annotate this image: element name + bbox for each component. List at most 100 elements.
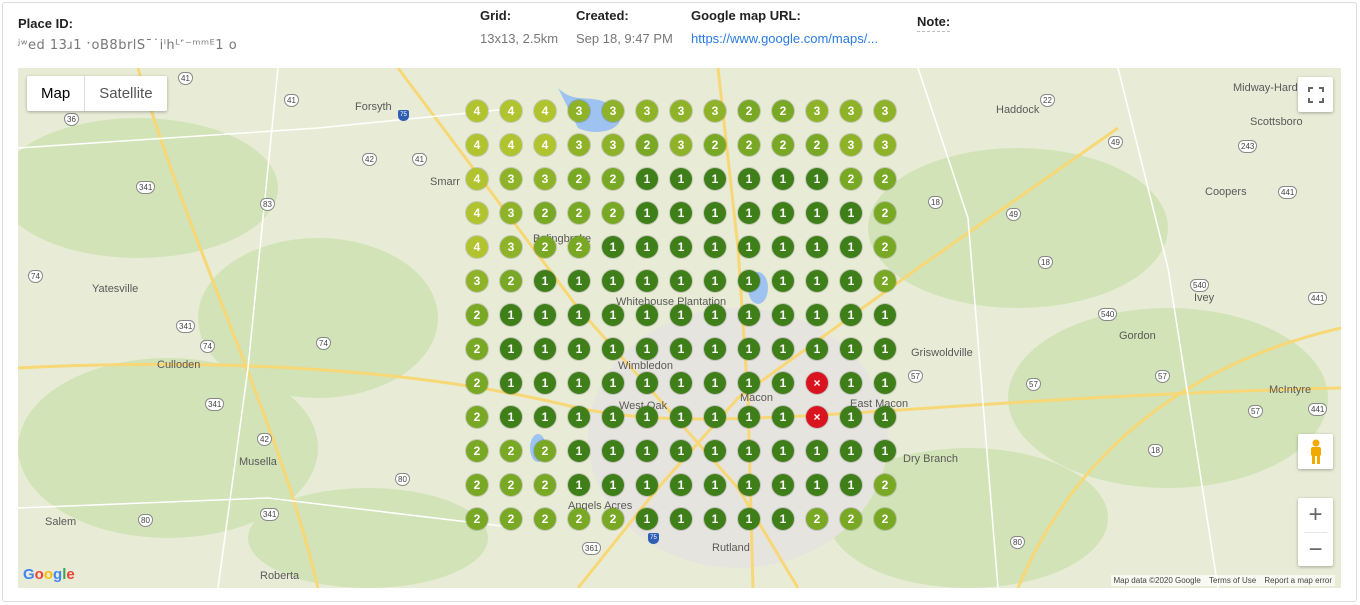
rank-pin[interactable]: 2 (772, 100, 794, 122)
rank-pin[interactable]: 2 (840, 508, 862, 530)
rank-pin[interactable]: 1 (874, 372, 896, 394)
rank-pin[interactable]: 1 (772, 202, 794, 224)
rank-pin[interactable]: 2 (840, 168, 862, 190)
rank-pin[interactable]: 1 (704, 270, 726, 292)
rank-pin[interactable]: 1 (534, 338, 556, 360)
rank-pin[interactable]: 4 (466, 168, 488, 190)
rank-pin[interactable]: 1 (704, 202, 726, 224)
rank-pin[interactable]: 1 (602, 338, 624, 360)
rank-pin[interactable]: 1 (738, 440, 760, 462)
rank-pin[interactable]: 2 (466, 508, 488, 530)
rank-pin[interactable]: 3 (670, 134, 692, 156)
rank-pin[interactable]: 3 (466, 270, 488, 292)
rank-pin[interactable]: 3 (500, 202, 522, 224)
rank-pin[interactable]: 1 (806, 168, 828, 190)
rank-pin[interactable]: 3 (874, 100, 896, 122)
terms-link[interactable]: Terms of Use (1209, 576, 1256, 585)
rank-pin[interactable]: 2 (568, 236, 590, 258)
rank-pin[interactable]: 4 (534, 100, 556, 122)
report-error-link[interactable]: Report a map error (1264, 576, 1332, 585)
rank-pin[interactable]: 2 (602, 202, 624, 224)
rank-pin[interactable]: 2 (772, 134, 794, 156)
rank-pin[interactable]: 2 (466, 372, 488, 394)
rank-pin[interactable]: 4 (466, 134, 488, 156)
rank-pin[interactable]: 1 (704, 338, 726, 360)
rank-pin[interactable]: 1 (840, 440, 862, 462)
rank-pin[interactable]: 1 (568, 270, 590, 292)
rank-pin[interactable]: 1 (602, 474, 624, 496)
rank-pin[interactable]: 1 (772, 474, 794, 496)
rank-pin[interactable]: 3 (602, 134, 624, 156)
note-label[interactable]: Note: (917, 14, 951, 32)
rank-pin[interactable]: 1 (534, 304, 556, 326)
rank-pin[interactable]: 1 (704, 236, 726, 258)
rank-pin[interactable]: 1 (670, 168, 692, 190)
rank-pin[interactable]: 1 (500, 406, 522, 428)
rank-pin[interactable]: 3 (840, 134, 862, 156)
rank-pin[interactable]: 1 (840, 270, 862, 292)
rank-pin[interactable]: 1 (772, 338, 794, 360)
rank-pin[interactable]: 1 (568, 406, 590, 428)
rank-pin[interactable]: 1 (806, 202, 828, 224)
rank-pin[interactable]: 2 (466, 474, 488, 496)
rank-pin[interactable]: 1 (738, 406, 760, 428)
rank-pin[interactable]: 1 (704, 440, 726, 462)
rank-pin[interactable]: 1 (738, 168, 760, 190)
rank-pin-not-found[interactable]: × (806, 406, 828, 428)
rank-pin[interactable]: 1 (670, 338, 692, 360)
rank-pin[interactable]: 2 (500, 440, 522, 462)
rank-pin[interactable]: 1 (874, 304, 896, 326)
rank-pin[interactable]: 1 (636, 508, 658, 530)
rank-pin[interactable]: 2 (534, 474, 556, 496)
rank-pin[interactable]: 1 (670, 406, 692, 428)
rank-pin[interactable]: 1 (840, 202, 862, 224)
rank-pin[interactable]: 1 (636, 372, 658, 394)
rank-pin[interactable]: 3 (636, 100, 658, 122)
rank-pin[interactable]: 3 (568, 134, 590, 156)
rank-pin[interactable]: 3 (534, 168, 556, 190)
rank-pin[interactable]: 1 (772, 406, 794, 428)
rank-pin[interactable]: 1 (874, 406, 896, 428)
rank-pin[interactable]: 2 (806, 134, 828, 156)
rank-pin[interactable]: 1 (806, 304, 828, 326)
rank-pin[interactable]: 2 (704, 134, 726, 156)
rank-pin[interactable]: 1 (704, 168, 726, 190)
rank-pin[interactable]: 3 (568, 100, 590, 122)
rank-pin[interactable]: 1 (636, 406, 658, 428)
rank-pin[interactable]: 3 (500, 236, 522, 258)
rank-pin[interactable]: 1 (738, 338, 760, 360)
rank-pin[interactable]: 1 (534, 406, 556, 428)
rank-pin[interactable]: 1 (636, 270, 658, 292)
rank-pin[interactable]: 3 (602, 100, 624, 122)
rank-pin[interactable]: 1 (568, 304, 590, 326)
rank-pin[interactable]: 1 (874, 338, 896, 360)
rank-pin[interactable]: 2 (500, 474, 522, 496)
rank-pin[interactable]: 1 (840, 236, 862, 258)
rank-pin[interactable]: 3 (670, 100, 692, 122)
rank-pin[interactable]: 1 (704, 474, 726, 496)
rank-pin[interactable]: 1 (670, 304, 692, 326)
rank-pin[interactable]: 1 (636, 202, 658, 224)
street-view-button[interactable] (1298, 434, 1333, 469)
rank-pin[interactable]: 2 (738, 134, 760, 156)
rank-pin[interactable]: 1 (670, 270, 692, 292)
rank-pin[interactable]: 1 (806, 270, 828, 292)
rank-pin[interactable]: 1 (568, 338, 590, 360)
rank-pin[interactable]: 1 (500, 304, 522, 326)
rank-pin[interactable]: 3 (500, 168, 522, 190)
zoom-out-button[interactable]: − (1298, 533, 1333, 567)
rank-pin[interactable]: 1 (670, 236, 692, 258)
rank-pin[interactable]: 1 (500, 338, 522, 360)
rank-pin[interactable]: 1 (738, 202, 760, 224)
rank-pin[interactable]: 1 (670, 372, 692, 394)
rank-pin[interactable]: 1 (738, 304, 760, 326)
rank-pin[interactable]: 2 (738, 100, 760, 122)
rank-pin[interactable]: 2 (466, 440, 488, 462)
rank-pin[interactable]: 1 (568, 372, 590, 394)
rank-pin[interactable]: 2 (466, 304, 488, 326)
rank-pin[interactable]: 3 (704, 100, 726, 122)
map-type-map-button[interactable]: Map (27, 76, 84, 111)
fullscreen-button[interactable] (1298, 77, 1333, 112)
rank-pin[interactable]: 4 (500, 100, 522, 122)
rank-pin[interactable]: 1 (772, 236, 794, 258)
